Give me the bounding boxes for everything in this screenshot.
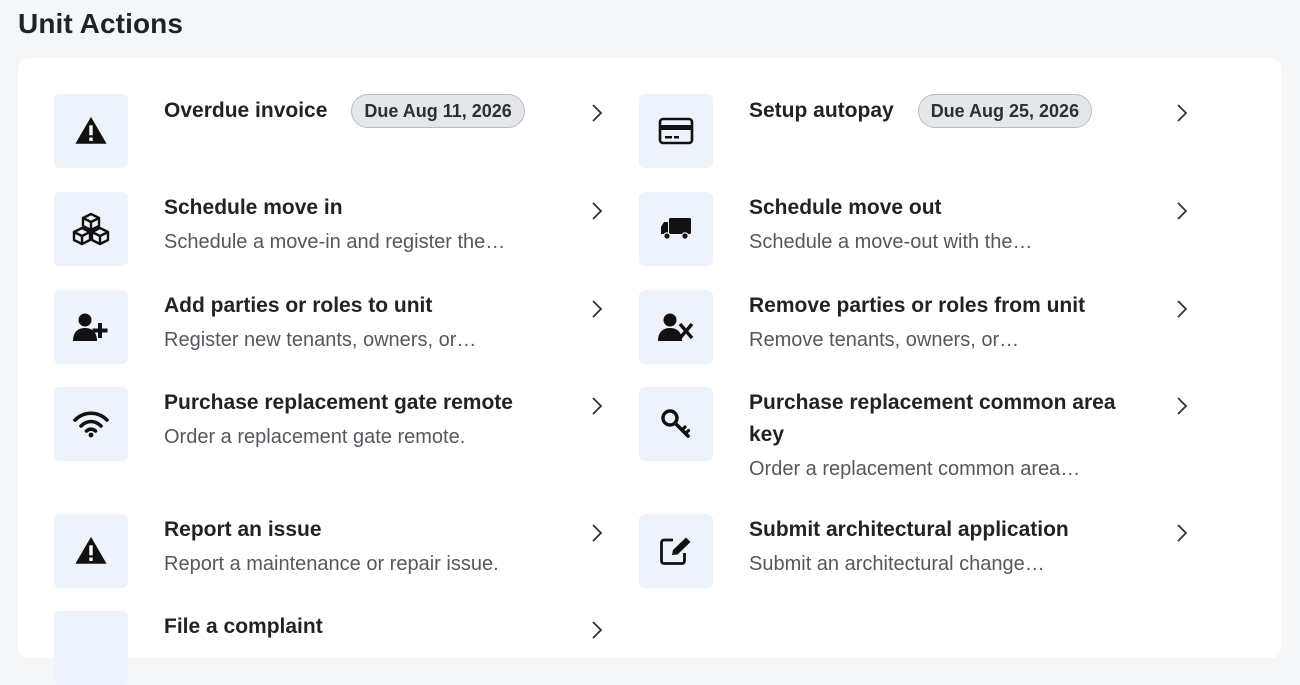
chevron-right-icon <box>586 102 608 124</box>
action-title: Purchase replacement gate remote <box>164 391 513 414</box>
edit-icon <box>639 514 713 588</box>
user-remove-icon <box>639 290 713 364</box>
chevron-right-icon <box>1171 102 1193 124</box>
chevron-right-icon <box>1171 522 1193 544</box>
action-title: Overdue invoice <box>164 99 328 122</box>
chevron-right-icon <box>586 200 608 222</box>
user-plus-icon <box>54 290 128 364</box>
action-title: Schedule move out <box>749 196 942 219</box>
due-badge: Due Aug 11, 2026 <box>351 94 525 128</box>
due-badge: Due Aug 25, 2026 <box>917 94 1093 128</box>
action-description: Schedule a move-in and register the… <box>164 231 506 253</box>
action-description: Order a replacement gate remote. <box>164 426 466 448</box>
chevron-right-icon <box>1171 200 1193 222</box>
warning-icon <box>54 514 128 588</box>
action-description: Schedule a move-out with the… <box>749 231 1033 253</box>
action-title: File a complaint <box>164 615 323 638</box>
action-title: Report an issue <box>164 518 322 541</box>
action-title: Submit architectural application <box>749 518 1069 541</box>
action-description: Report a maintenance or repair issue. <box>164 553 499 575</box>
warning-icon <box>54 94 128 168</box>
chevron-right-icon <box>1171 395 1193 417</box>
action-title: Setup autopay <box>749 99 894 122</box>
key-icon <box>639 387 713 461</box>
chevron-right-icon <box>586 298 608 320</box>
wifi-icon <box>54 387 128 461</box>
truck-icon <box>639 192 713 266</box>
complaint-icon <box>54 611 128 685</box>
action-description: Register new tenants, owners, or… <box>164 329 477 351</box>
credit-card-icon <box>639 94 713 168</box>
chevron-right-icon <box>586 619 608 641</box>
boxes-icon <box>54 192 128 266</box>
page-title: Unit Actions <box>18 8 184 39</box>
action-title: Schedule move in <box>164 196 343 219</box>
action-description: Remove tenants, owners, or… <box>749 329 1020 351</box>
action-title: Purchase replacement common area key <box>749 391 1116 446</box>
action-title: Remove parties or roles from unit <box>749 294 1086 317</box>
chevron-right-icon <box>586 395 608 417</box>
action-description: Submit an architectural change… <box>749 553 1045 575</box>
action-title: Add parties or roles to unit <box>164 294 433 317</box>
chevron-right-icon <box>1171 298 1193 320</box>
unit-actions-card: Overdue invoice Due Aug 11, 2026 Setup a… <box>18 58 1281 685</box>
action-description: Order a replacement common area… <box>749 458 1081 480</box>
chevron-right-icon <box>586 522 608 544</box>
